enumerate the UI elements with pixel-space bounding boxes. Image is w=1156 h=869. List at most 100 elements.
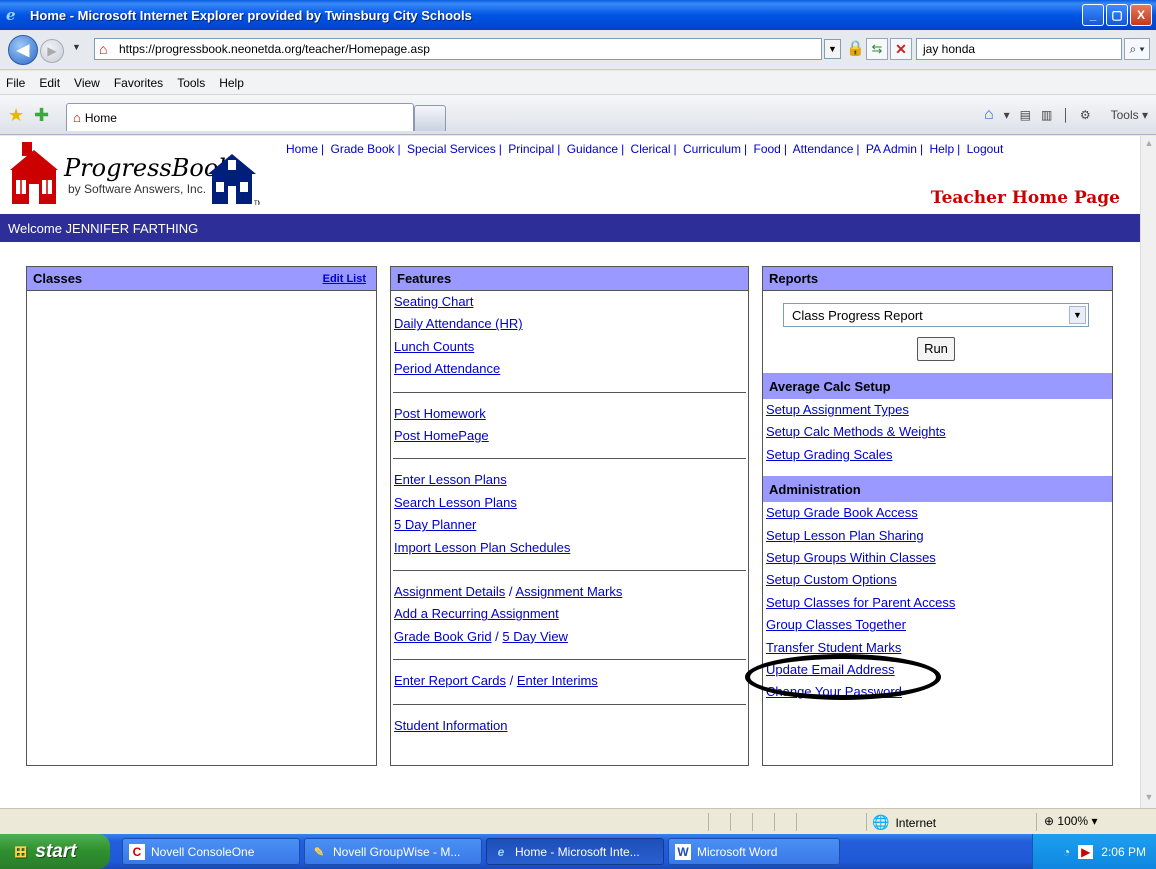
post-homepage-link[interactable]: Post HomePage: [391, 425, 748, 447]
new-tab-button[interactable]: [414, 105, 446, 131]
add-recurring-assignment-link[interactable]: Add a Recurring Assignment: [391, 603, 748, 625]
menu-favorites[interactable]: Favorites: [114, 76, 163, 90]
nav-clerical[interactable]: Clerical: [631, 142, 671, 156]
vertical-scrollbar[interactable]: ▲ ▼: [1140, 136, 1156, 808]
nav-principal[interactable]: Principal: [508, 142, 554, 156]
setup-grade-book-access-link[interactable]: Setup Grade Book Access: [763, 502, 1112, 524]
nav-grade-book[interactable]: Grade Book: [330, 142, 394, 156]
trademark-mark: TM: [254, 201, 260, 206]
divider: [393, 659, 746, 661]
setup-lesson-plan-sharing-link[interactable]: Setup Lesson Plan Sharing: [763, 525, 1112, 547]
menu-file[interactable]: File: [6, 76, 25, 90]
window-title: Home - Microsoft Internet Explorer provi…: [30, 7, 472, 23]
home-dropdown-icon[interactable]: ▾: [1004, 108, 1010, 122]
menu-tools[interactable]: Tools: [177, 76, 205, 90]
stop-button[interactable]: ✕: [890, 38, 912, 60]
search-input[interactable]: jay honda: [916, 38, 1122, 60]
nav-pa-admin[interactable]: PA Admin: [866, 142, 917, 156]
menu-edit[interactable]: Edit: [39, 76, 60, 90]
start-button[interactable]: ⊞ start: [0, 834, 110, 869]
print-icon[interactable]: ▥: [1041, 108, 1052, 122]
logo-byline: by Software Answers, Inc.: [68, 182, 207, 196]
lunch-counts-link[interactable]: Lunch Counts: [391, 336, 748, 358]
tools-gear-icon[interactable]: ⚙: [1080, 108, 1091, 122]
five-day-view-link[interactable]: 5 Day View: [502, 629, 568, 644]
grade-book-grid-link[interactable]: Grade Book Grid: [394, 629, 492, 644]
address-field[interactable]: ⌂ https://progressbook.neonetda.org/teac…: [94, 38, 822, 60]
import-lesson-plan-schedules-link[interactable]: Import Lesson Plan Schedules: [391, 537, 748, 559]
run-button[interactable]: Run: [917, 337, 955, 361]
favorites-center-icon[interactable]: ★: [8, 105, 24, 126]
address-dropdown-button[interactable]: ▼: [824, 39, 841, 59]
student-information-link[interactable]: Student Information: [391, 715, 748, 737]
recent-pages-dropdown[interactable]: ▼: [72, 42, 81, 52]
assignment-marks-link[interactable]: Assignment Marks: [515, 584, 622, 599]
search-button[interactable]: ⌕ ▾: [1124, 38, 1150, 60]
groupwise-icon: ✎: [313, 844, 325, 859]
menu-view[interactable]: View: [74, 76, 100, 90]
home-icon[interactable]: ⌂: [984, 106, 994, 124]
address-toolbar: ◀ ▶ ▼ ⌂ https://progressbook.neonetda.or…: [0, 30, 1156, 70]
progressbook-logo[interactable]: ProgressBook by Software Answers, Inc. T…: [8, 138, 288, 212]
windows-taskbar: ⊞ start C Novell ConsoleOne ✎ Novell Gro…: [0, 834, 1156, 869]
start-label: start: [35, 840, 77, 862]
nav-attendance[interactable]: Attendance: [793, 142, 854, 156]
minimize-button[interactable]: _: [1082, 4, 1104, 26]
setup-custom-options-link[interactable]: Setup Custom Options: [763, 569, 1112, 591]
nav-help[interactable]: Help: [929, 142, 954, 156]
tools-menu-button[interactable]: Tools ▾: [1101, 108, 1148, 122]
taskbar-word[interactable]: W Microsoft Word: [668, 838, 840, 865]
setup-groups-within-classes-link[interactable]: Setup Groups Within Classes: [763, 547, 1112, 569]
setup-assignment-types-link[interactable]: Setup Assignment Types: [763, 399, 1112, 421]
window-title-bar[interactable]: e Home - Microsoft Internet Explorer pro…: [0, 0, 1156, 30]
close-button[interactable]: X: [1130, 4, 1152, 26]
system-tray: ◔ ▶ 2:06 PM: [1032, 834, 1156, 869]
daily-attendance-link[interactable]: Daily Attendance (HR): [391, 313, 748, 335]
enter-lesson-plans-link[interactable]: Enter Lesson Plans: [391, 469, 748, 491]
divider: [393, 391, 746, 393]
enter-report-cards-link[interactable]: Enter Report Cards: [394, 673, 506, 688]
nav-curriculum[interactable]: Curriculum: [683, 142, 741, 156]
lock-icon[interactable]: 🔒: [846, 39, 865, 59]
assignment-details-link[interactable]: Assignment Details: [394, 584, 505, 599]
taskbar-internet-explorer[interactable]: e Home - Microsoft Inte...: [486, 838, 664, 865]
setup-calc-methods-link[interactable]: Setup Calc Methods & Weights: [763, 421, 1112, 443]
scroll-down-icon[interactable]: ▼: [1142, 792, 1156, 806]
security-zone[interactable]: 🌐 Internet: [872, 814, 936, 831]
setup-grading-scales-link[interactable]: Setup Grading Scales: [763, 444, 1112, 466]
taskbar-groupwise[interactable]: ✎ Novell GroupWise - M...: [304, 838, 482, 865]
group-classes-together-link[interactable]: Group Classes Together: [763, 614, 1112, 636]
nav-home[interactable]: Home: [286, 142, 318, 156]
maximize-button[interactable]: ▢: [1106, 4, 1128, 26]
refresh-button[interactable]: ⇆: [866, 38, 888, 60]
update-icon[interactable]: ▶: [1078, 844, 1094, 859]
chevron-down-icon[interactable]: ▼: [1069, 306, 1086, 324]
nav-special-services[interactable]: Special Services: [407, 142, 496, 156]
enter-interims-link[interactable]: Enter Interims: [517, 673, 598, 688]
edit-list-link[interactable]: Edit List: [323, 273, 366, 285]
nav-guidance[interactable]: Guidance: [567, 142, 618, 156]
setup-classes-parent-access-link[interactable]: Setup Classes for Parent Access: [763, 592, 1112, 614]
report-cards-links-row: Enter Report Cards / Enter Interims: [391, 670, 748, 692]
seating-chart-link[interactable]: Seating Chart: [391, 291, 748, 313]
five-day-planner-link[interactable]: 5 Day Planner: [391, 514, 748, 536]
scroll-up-icon[interactable]: ▲: [1142, 138, 1156, 152]
taskbar-consoleone[interactable]: C Novell ConsoleOne: [122, 838, 300, 865]
nav-separator: |: [919, 142, 924, 156]
period-attendance-link[interactable]: Period Attendance: [391, 358, 748, 380]
report-select[interactable]: Class Progress Report ▼: [783, 303, 1089, 327]
post-homework-link[interactable]: Post Homework: [391, 403, 748, 425]
separator-icon: │: [1062, 108, 1070, 122]
network-icon[interactable]: ◔: [1063, 845, 1070, 859]
zoom-control[interactable]: ⊕ 100% ▾: [1044, 814, 1097, 828]
add-favorite-icon[interactable]: ✚: [34, 105, 49, 126]
clock[interactable]: 2:06 PM: [1101, 845, 1146, 859]
feeds-icon[interactable]: ▤: [1020, 108, 1031, 122]
nav-food[interactable]: Food: [754, 142, 781, 156]
back-button[interactable]: ◀: [8, 35, 38, 65]
menu-help[interactable]: Help: [219, 76, 244, 90]
forward-button[interactable]: ▶: [40, 39, 64, 63]
search-lesson-plans-link[interactable]: Search Lesson Plans: [391, 492, 748, 514]
tab-home[interactable]: ⌂ Home: [66, 103, 414, 131]
nav-logout[interactable]: Logout: [967, 142, 1004, 156]
